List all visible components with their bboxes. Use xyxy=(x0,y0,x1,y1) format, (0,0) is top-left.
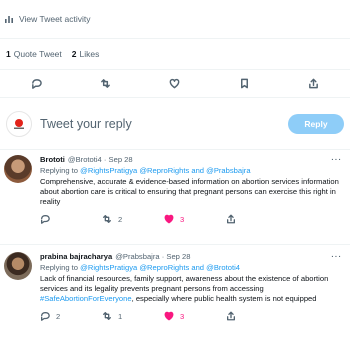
avatar[interactable] xyxy=(4,155,32,183)
likes-label: Likes xyxy=(79,49,100,59)
retweet-icon xyxy=(103,312,111,320)
bookmark-icon[interactable] xyxy=(239,78,250,89)
like-icon xyxy=(164,214,174,224)
like-count: 3 xyxy=(180,311,185,321)
reply-tweet[interactable]: prabina bajracharya @Prabsbajra · Sep 28… xyxy=(0,247,350,347)
share-action[interactable] xyxy=(226,214,288,224)
author-handle: @Brototi4 xyxy=(67,155,102,164)
tweet-activity-label: View Tweet activity xyxy=(19,14,91,24)
tweet-header: prabina bajracharya @Prabsbajra · Sep 28… xyxy=(40,252,342,261)
reply-input[interactable]: Tweet your reply xyxy=(40,117,288,131)
author-handle: @Prabsbajra xyxy=(115,252,160,261)
reply-count: 2 xyxy=(56,311,61,321)
author-name[interactable]: Brototi xyxy=(40,155,65,164)
tweet-actions: 2 3 xyxy=(40,214,342,224)
like-icon xyxy=(164,311,174,321)
retweet-action[interactable]: 2 xyxy=(102,214,164,224)
retweet-count: 2 xyxy=(118,214,123,224)
reply-action[interactable] xyxy=(40,214,102,224)
tweet-action-bar xyxy=(0,70,350,97)
quote-label: Quote Tweet xyxy=(13,49,62,59)
retweet-action[interactable]: 1 xyxy=(102,311,164,321)
reply-tweet[interactable]: Brototi @Brototi4 · Sep 28 ··· Replying … xyxy=(0,150,350,244)
tweet-date[interactable]: Sep 28 xyxy=(109,155,133,164)
retweet-count: 1 xyxy=(118,311,123,321)
likes-count: 2 xyxy=(71,49,77,59)
like-count: 3 xyxy=(180,214,185,224)
reply-button[interactable]: Reply xyxy=(288,113,344,134)
replying-to-handles[interactable]: @RightsPratigya @ReproRights and @Prabsb… xyxy=(80,166,250,175)
like-action[interactable]: 3 xyxy=(164,214,226,224)
reply-composer: Tweet your reply Reply xyxy=(0,98,350,149)
tweet-header: Brototi @Brototi4 · Sep 28 ··· xyxy=(40,155,342,164)
bar-chart-icon xyxy=(5,16,13,23)
likes-link[interactable]: 2 Likes xyxy=(72,49,100,59)
more-options-icon[interactable]: ··· xyxy=(331,155,342,164)
quote-tweets-link[interactable]: 1 Quote Tweet xyxy=(6,49,62,59)
quote-count: 1 xyxy=(6,49,11,59)
tweet-text: Comprehensive, accurate & evidence-based… xyxy=(40,177,339,206)
tweet-text: Lack of financial resources, family supp… xyxy=(40,274,329,303)
tweet-actions: 2 1 3 xyxy=(40,311,342,321)
share-icon xyxy=(227,214,235,224)
reply-action[interactable]: 2 xyxy=(40,311,102,321)
hashtag-link[interactable]: #SafeAbortionForEveryone xyxy=(40,294,132,303)
like-icon[interactable] xyxy=(169,78,180,89)
share-icon xyxy=(227,311,235,321)
tweet-activity-link[interactable]: View Tweet activity xyxy=(0,0,350,38)
tweet-stats: 1 Quote Tweet 2 Likes xyxy=(0,39,350,69)
replying-to: Replying to @RightsPratigya @ReproRights… xyxy=(40,166,251,175)
more-options-icon[interactable]: ··· xyxy=(331,252,342,261)
reply-icon xyxy=(41,215,50,224)
share-action[interactable] xyxy=(226,311,288,321)
divider xyxy=(0,244,350,245)
reply-icon xyxy=(41,312,50,321)
author-name[interactable]: prabina bajracharya xyxy=(40,252,112,261)
replying-to-handles[interactable]: @RightsPratigya @ReproRights and @Brotot… xyxy=(80,263,240,272)
retweet-icon[interactable] xyxy=(100,78,111,89)
tweet-date[interactable]: Sep 28 xyxy=(166,252,190,261)
reply-icon[interactable] xyxy=(31,78,42,89)
organization-logo-icon xyxy=(6,110,32,137)
like-action[interactable]: 3 xyxy=(164,311,226,321)
avatar[interactable] xyxy=(4,252,32,280)
share-icon[interactable] xyxy=(308,78,319,89)
retweet-icon xyxy=(103,215,111,223)
replying-to: Replying to @RightsPratigya @ReproRights… xyxy=(40,263,241,272)
